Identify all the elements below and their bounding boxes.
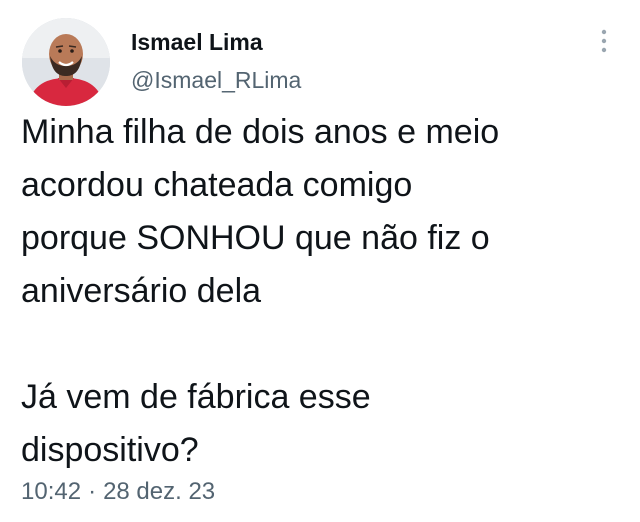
tweet-text: Minha filha de dois anos e meio acordou … — [21, 106, 621, 477]
author-avatar[interactable] — [22, 18, 110, 106]
tweet-line: Minha filha de dois anos e meio — [21, 113, 500, 151]
author-name[interactable]: Ismael Lima — [131, 29, 263, 56]
tweet-time: 10:42 — [21, 478, 82, 505]
tweet-line: aniversário dela — [21, 272, 262, 310]
avatar-photo-icon — [22, 18, 110, 106]
tweet-line: dispositivo? — [21, 431, 199, 469]
tweet-timestamp[interactable]: 10:42 · 28 dez. 23 — [21, 478, 215, 506]
tweet-line: porque SONHOU que não fiz o — [21, 219, 490, 257]
more-vertical-icon — [601, 29, 607, 53]
tweet-date: 28 dez. 23 — [103, 478, 216, 505]
tweet-line: Já vem de fábrica esse — [21, 378, 371, 416]
tweet-card: Ismael Lima @Ismael_RLima Minha filha de… — [0, 0, 640, 522]
meta-separator: · — [88, 478, 97, 505]
more-options-button[interactable] — [594, 24, 614, 58]
tweet-line: acordou chateada comigo — [21, 166, 413, 204]
author-handle[interactable]: @Ismael_RLima — [131, 67, 301, 94]
